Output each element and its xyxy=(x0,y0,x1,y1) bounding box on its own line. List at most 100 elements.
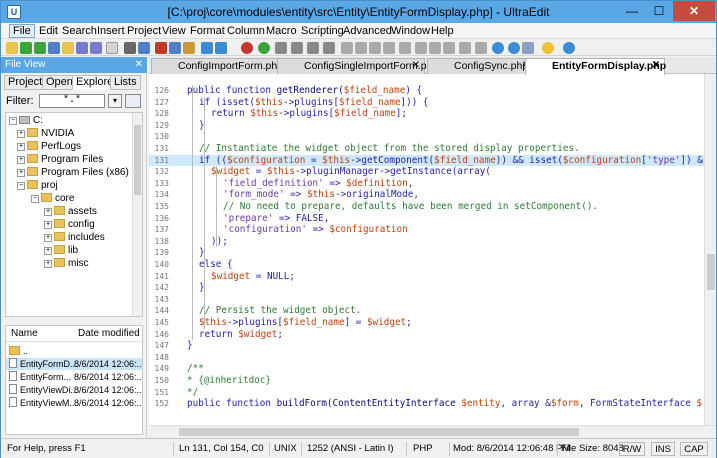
code-area[interactable]: 126 public function getRenderer($field_na… xyxy=(149,85,704,425)
settings-icon[interactable] xyxy=(475,42,487,54)
menu-file[interactable]: File xyxy=(9,24,35,38)
open-file-icon[interactable] xyxy=(62,42,74,54)
status-encoding[interactable]: 1252 (ANSI - Latin I) xyxy=(307,442,394,456)
web-search-icon[interactable] xyxy=(522,42,534,54)
menu-edit[interactable]: Edit xyxy=(36,24,61,38)
undo-icon[interactable] xyxy=(201,42,213,54)
paste-icon[interactable] xyxy=(183,42,195,54)
browser-icon[interactable] xyxy=(492,42,504,54)
code-line[interactable]: 149 /** xyxy=(149,363,704,375)
menu-column[interactable]: Column xyxy=(224,24,268,38)
forward-arrow-icon[interactable] xyxy=(34,42,46,54)
compare-icon[interactable] xyxy=(415,42,427,54)
word-wrap-icon[interactable] xyxy=(341,42,353,54)
menu-insert[interactable]: Insert xyxy=(94,24,128,38)
tree-item[interactable]: + config xyxy=(44,219,95,231)
cut-icon[interactable] xyxy=(155,42,167,54)
run-icon[interactable] xyxy=(258,42,270,54)
find-icon[interactable] xyxy=(275,42,287,54)
code-line[interactable]: 128 return $this->plugins[$field_name]; xyxy=(149,108,704,120)
toggle-bookmark-icon[interactable] xyxy=(383,42,395,54)
tree-scrollbar[interactable] xyxy=(132,113,142,316)
code-line[interactable]: 137 'configuration' => $configuration xyxy=(149,224,704,236)
script-icon[interactable] xyxy=(459,42,471,54)
ftp-icon[interactable] xyxy=(429,42,441,54)
code-line[interactable]: 136 'prepare' => FALSE, xyxy=(149,213,704,225)
menu-format[interactable]: Format xyxy=(187,24,228,38)
status-ins[interactable]: INS xyxy=(651,442,675,456)
filter-dropdown-icon[interactable]: ▾ xyxy=(108,94,122,108)
code-line[interactable]: 134 'form_mode' => $this->originalMode, xyxy=(149,189,704,201)
refresh-folder-button[interactable] xyxy=(125,94,141,108)
code-line[interactable]: 139} xyxy=(149,247,704,259)
tree-scroll-thumb[interactable] xyxy=(134,125,141,195)
replace-icon[interactable] xyxy=(291,42,303,54)
panel-close-icon[interactable]: ✕ xyxy=(135,57,143,73)
menu-help[interactable]: Help xyxy=(428,24,457,38)
open-folder-icon[interactable] xyxy=(6,42,18,54)
filter-input[interactable]: *.* xyxy=(39,94,105,108)
code-line[interactable]: 151 */ xyxy=(149,387,704,399)
code-line[interactable]: 148 xyxy=(149,352,704,364)
goto-icon[interactable] xyxy=(323,42,335,54)
code-line[interactable]: 144 // Persist the widget object. xyxy=(149,305,704,317)
web-icon[interactable] xyxy=(508,42,520,54)
tab-close-icon[interactable]: ✕ xyxy=(412,59,420,73)
macro-icon[interactable] xyxy=(443,42,455,54)
print-icon[interactable] xyxy=(124,42,136,54)
code-line[interactable]: 138)); xyxy=(149,236,704,248)
editor-scroll-thumb[interactable] xyxy=(707,254,715,290)
column-mode-icon[interactable] xyxy=(355,42,367,54)
code-line[interactable]: 126 public function getRenderer($field_na… xyxy=(149,85,704,97)
hex-mode-icon[interactable] xyxy=(369,42,381,54)
tab-configsync[interactable]: ConfigSync.php✕ xyxy=(427,58,535,74)
spell-check-icon[interactable] xyxy=(399,42,411,54)
tab-configimportform[interactable]: ConfigImportForm.php✕ xyxy=(151,58,289,74)
tree-item[interactable]: + assets xyxy=(44,206,97,218)
tree-item[interactable]: + lib xyxy=(44,245,78,257)
menu-window[interactable]: Window xyxy=(388,24,433,38)
code-line[interactable]: 132 $widget = $this->pluginManager->getIn… xyxy=(149,166,704,178)
code-line[interactable]: 135 // No need to prepare, defaults have … xyxy=(149,201,704,213)
help-icon[interactable] xyxy=(563,42,575,54)
code-line[interactable]: 131 // Instantiate the widget object from… xyxy=(149,143,704,155)
code-line[interactable]: 147} xyxy=(149,340,704,352)
editor-horizontal-scrollbar[interactable] xyxy=(149,425,716,437)
list-item[interactable]: EntityFormD... 8/6/2014 12:06:... xyxy=(6,358,142,370)
close-button[interactable]: ✕ xyxy=(673,1,715,21)
code-line[interactable]: 129} xyxy=(149,120,704,132)
editor-hscroll-thumb[interactable] xyxy=(179,428,579,436)
column-name[interactable]: Name xyxy=(11,326,38,342)
tree-item[interactable]: − C: xyxy=(9,115,43,127)
tab-close-icon[interactable]: ✕ xyxy=(652,59,660,73)
code-line[interactable]: 152 public function buildForm(ContentEnti… xyxy=(149,398,704,410)
code-line[interactable]: 146 return $widget; xyxy=(149,329,704,341)
tree-item[interactable]: + NVIDIA xyxy=(17,128,74,140)
code-line[interactable]: 140 else { xyxy=(149,259,704,271)
tip-lightbulb-icon[interactable] xyxy=(542,42,554,54)
status-rw[interactable]: R/W xyxy=(619,442,645,456)
list-item[interactable]: EntityViewDi... 8/6/2014 12:06:... xyxy=(6,384,142,396)
tree-item[interactable]: + Program Files xyxy=(17,154,103,166)
column-date-modified[interactable]: Date modified xyxy=(78,326,140,342)
tree-item[interactable]: − proj xyxy=(17,180,58,192)
tab-lists[interactable]: Lists xyxy=(110,75,141,90)
list-item[interactable]: EntityViewM... 8/6/2014 12:06:... xyxy=(6,397,142,409)
list-item[interactable]: EntityForm... 8/6/2014 12:06:... xyxy=(6,371,142,383)
editor-vertical-scrollbar[interactable] xyxy=(704,74,716,425)
tree-item[interactable]: − core xyxy=(31,193,74,205)
code-line[interactable]: 130 xyxy=(149,131,704,143)
save-all-icon[interactable] xyxy=(90,42,102,54)
list-item[interactable]: .. xyxy=(6,345,142,357)
tab-entityformdisplay[interactable]: EntityFormDisplay.php ✕ xyxy=(525,58,666,75)
print-preview-icon[interactable] xyxy=(138,42,150,54)
code-line[interactable]: 131 if (($configuration = $this->getCompo… xyxy=(149,154,704,167)
back-arrow-icon[interactable] xyxy=(20,42,32,54)
find-in-files-icon[interactable] xyxy=(307,42,319,54)
save-icon[interactable] xyxy=(76,42,88,54)
code-line[interactable]: 133 'field_definition' => $definition, xyxy=(149,178,704,190)
status-line-ending[interactable]: UNIX xyxy=(274,442,297,456)
code-line[interactable]: 143 xyxy=(149,294,704,306)
tree-item[interactable]: + Program Files (x86) xyxy=(17,167,129,179)
close-file-icon[interactable] xyxy=(106,42,118,54)
